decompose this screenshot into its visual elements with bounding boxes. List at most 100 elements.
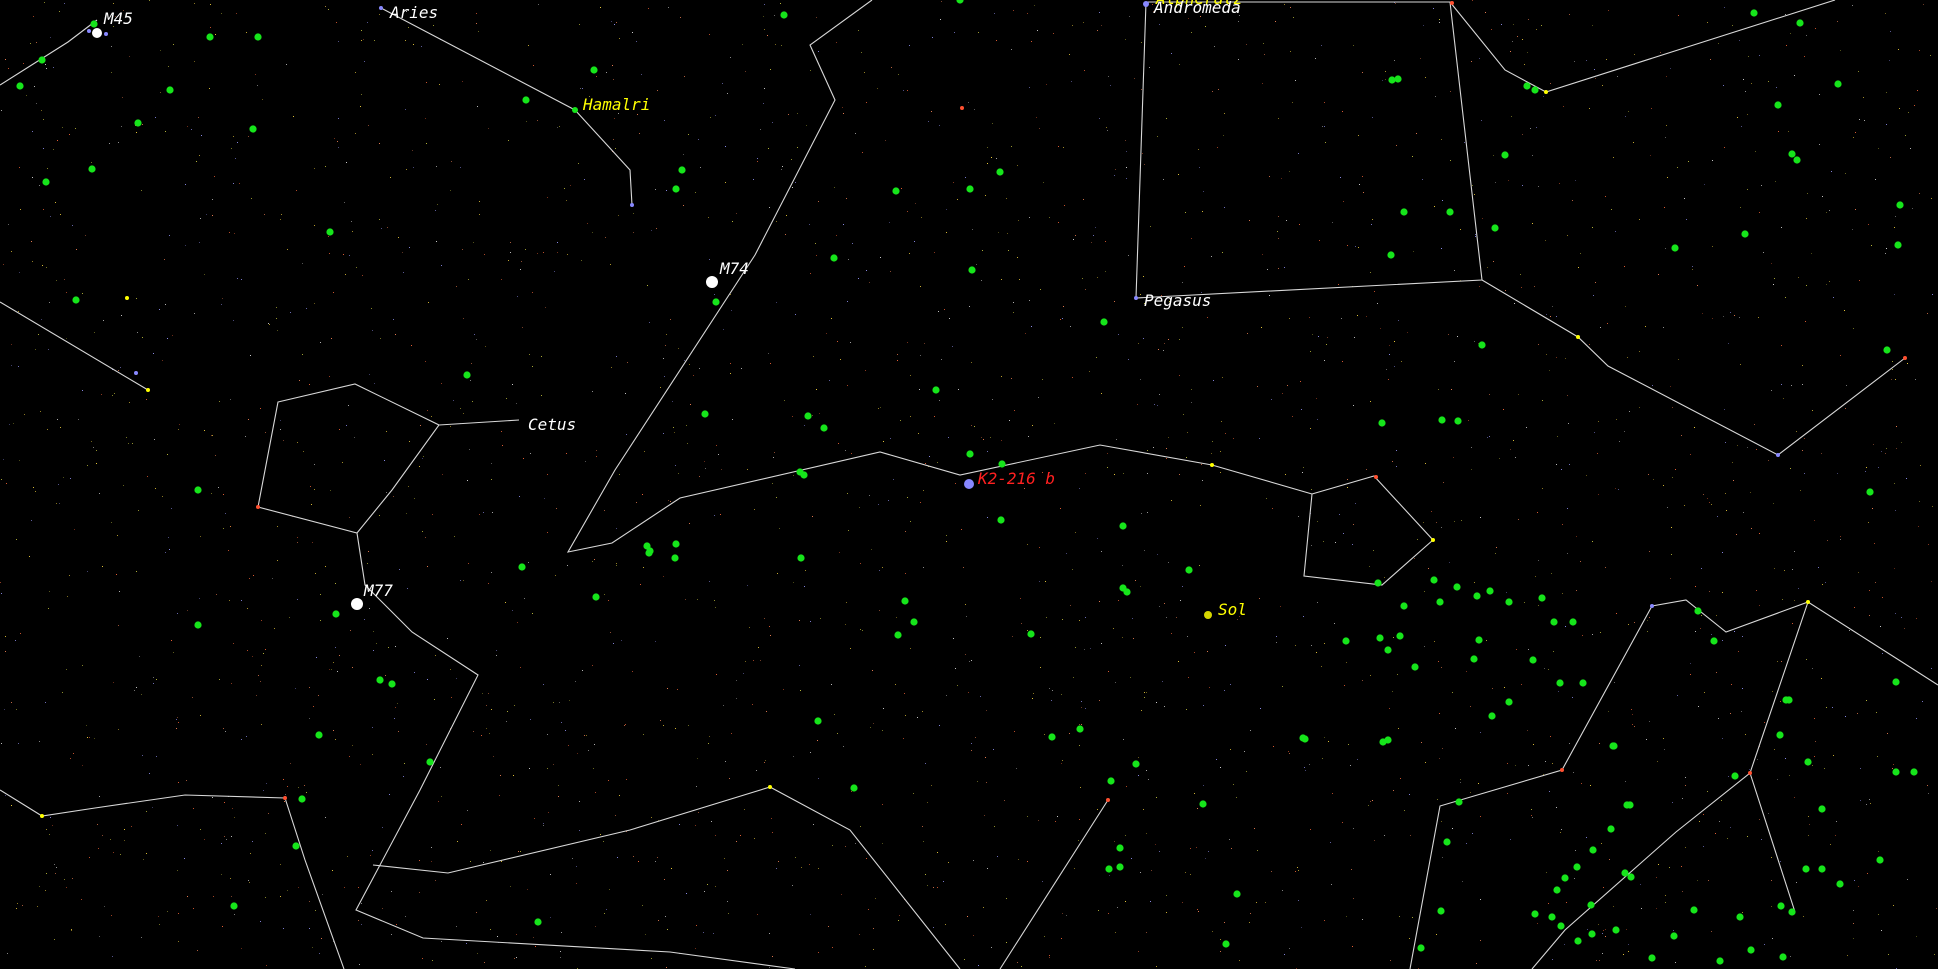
- green-star[interactable]: [1796, 19, 1804, 27]
- green-star[interactable]: [1866, 488, 1874, 496]
- green-star[interactable]: [1574, 937, 1582, 945]
- green-star[interactable]: [1777, 902, 1785, 910]
- green-star[interactable]: [194, 486, 202, 494]
- green-star[interactable]: [1531, 86, 1539, 94]
- green-star[interactable]: [38, 56, 46, 64]
- green-star[interactable]: [966, 185, 974, 193]
- sky-map-canvas[interactable]: M45 Aries Hamalri M74 Cetus M77 K2-216 b…: [0, 0, 1938, 969]
- green-star[interactable]: [1802, 865, 1810, 873]
- green-star[interactable]: [1910, 768, 1918, 776]
- green-star[interactable]: [1548, 913, 1556, 921]
- green-star[interactable]: [1529, 656, 1537, 664]
- green-star[interactable]: [1716, 957, 1724, 965]
- green-star[interactable]: [1892, 678, 1900, 686]
- label-andromeda[interactable]: Andromeda: [1153, 0, 1241, 17]
- green-star[interactable]: [1396, 632, 1404, 640]
- green-star[interactable]: [1132, 760, 1140, 768]
- green-star[interactable]: [1438, 416, 1446, 424]
- green-star[interactable]: [1694, 607, 1702, 615]
- green-star[interactable]: [1557, 922, 1565, 930]
- green-star[interactable]: [1505, 598, 1513, 606]
- green-star[interactable]: [388, 680, 396, 688]
- green-star[interactable]: [701, 410, 709, 418]
- green-star[interactable]: [90, 20, 98, 28]
- green-star[interactable]: [326, 228, 334, 236]
- green-star[interactable]: [1818, 865, 1826, 873]
- green-star[interactable]: [1793, 156, 1801, 164]
- green-star[interactable]: [1750, 9, 1758, 17]
- green-star[interactable]: [194, 621, 202, 629]
- green-star[interactable]: [1411, 663, 1419, 671]
- green-star[interactable]: [1736, 913, 1744, 921]
- green-star[interactable]: [1388, 76, 1396, 84]
- green-star[interactable]: [42, 178, 50, 186]
- green-star[interactable]: [522, 96, 530, 104]
- green-star[interactable]: [16, 82, 24, 90]
- green-star[interactable]: [1892, 768, 1900, 776]
- green-star[interactable]: [1443, 838, 1451, 846]
- label-pegasus[interactable]: Pegasus: [1144, 291, 1211, 310]
- green-star[interactable]: [901, 597, 909, 605]
- green-star[interactable]: [1896, 201, 1904, 209]
- green-star[interactable]: [1710, 637, 1718, 645]
- green-star[interactable]: [1301, 735, 1309, 743]
- green-star[interactable]: [1779, 953, 1787, 961]
- green-star[interactable]: [672, 185, 680, 193]
- green-star[interactable]: [997, 516, 1005, 524]
- green-star[interactable]: [892, 187, 900, 195]
- green-star[interactable]: [88, 165, 96, 173]
- green-star[interactable]: [712, 298, 720, 306]
- green-star[interactable]: [797, 554, 805, 562]
- green-star[interactable]: [1486, 587, 1494, 595]
- sol-marker[interactable]: [1204, 611, 1212, 619]
- green-star[interactable]: [376, 676, 384, 684]
- green-star[interactable]: [1774, 101, 1782, 109]
- green-star[interactable]: [1453, 583, 1461, 591]
- green-star[interactable]: [1105, 865, 1113, 873]
- green-star[interactable]: [1384, 736, 1392, 744]
- label-cetus[interactable]: Cetus: [528, 415, 576, 434]
- green-star[interactable]: [1648, 954, 1656, 962]
- green-star[interactable]: [1804, 758, 1812, 766]
- green-star[interactable]: [1690, 906, 1698, 914]
- m45-marker[interactable]: [92, 28, 102, 38]
- green-star[interactable]: [1670, 932, 1678, 940]
- green-star[interactable]: [72, 296, 80, 304]
- green-star[interactable]: [1556, 679, 1564, 687]
- green-star[interactable]: [1569, 618, 1577, 626]
- label-m74[interactable]: M74: [719, 259, 749, 278]
- green-star[interactable]: [1505, 698, 1513, 706]
- label-m45[interactable]: M45: [103, 9, 133, 28]
- green-star[interactable]: [678, 166, 686, 174]
- green-star[interactable]: [1076, 725, 1084, 733]
- green-star[interactable]: [1501, 151, 1509, 159]
- green-star[interactable]: [671, 554, 679, 562]
- green-star[interactable]: [1378, 419, 1386, 427]
- green-star[interactable]: [1621, 869, 1629, 877]
- green-star[interactable]: [1342, 637, 1350, 645]
- green-star[interactable]: [1116, 844, 1124, 852]
- green-star[interactable]: [1589, 846, 1597, 854]
- green-star[interactable]: [1374, 579, 1382, 587]
- green-star[interactable]: [1376, 634, 1384, 642]
- green-star[interactable]: [1731, 772, 1739, 780]
- label-hamalri[interactable]: Hamalri: [582, 95, 650, 114]
- green-star[interactable]: [1531, 910, 1539, 918]
- green-star[interactable]: [804, 412, 812, 420]
- label-target[interactable]: K2-216 b: [977, 469, 1055, 488]
- green-star[interactable]: [1609, 742, 1617, 750]
- green-star[interactable]: [1454, 417, 1462, 425]
- green-star[interactable]: [643, 542, 651, 550]
- green-star[interactable]: [1400, 208, 1408, 216]
- green-star[interactable]: [800, 471, 808, 479]
- green-star[interactable]: [1199, 800, 1207, 808]
- green-star[interactable]: [1116, 863, 1124, 871]
- green-star[interactable]: [134, 119, 142, 127]
- green-star[interactable]: [332, 610, 340, 618]
- green-star[interactable]: [1107, 777, 1115, 785]
- green-star[interactable]: [1876, 856, 1884, 864]
- green-star[interactable]: [1573, 863, 1581, 871]
- green-star[interactable]: [1233, 890, 1241, 898]
- green-star[interactable]: [1100, 318, 1108, 326]
- label-aries[interactable]: Aries: [389, 3, 438, 22]
